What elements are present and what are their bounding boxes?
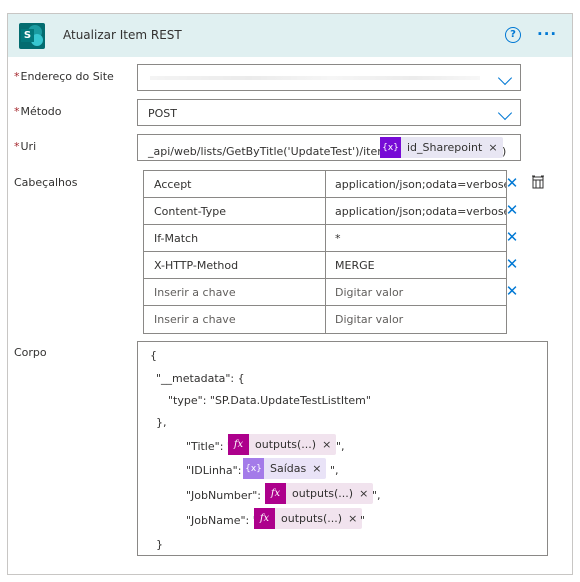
chevron-down-icon[interactable] — [497, 105, 513, 121]
body-prop-tail: " — [360, 514, 366, 527]
body-prop-key: "Title": " — [186, 440, 232, 453]
more-ellipsis-icon[interactable]: ··· — [537, 25, 557, 43]
body-prop-tail: ", — [372, 489, 381, 502]
body-prop-tail: ", — [330, 464, 339, 477]
body-editor[interactable]: { "__metadata": { "type": "SP.Data.Updat… — [137, 341, 548, 556]
chevron-down-icon[interactable] — [497, 70, 513, 86]
body-prop-tail: ", — [336, 440, 345, 453]
site-address-label: *Endereço do Site — [14, 70, 114, 83]
header-value-input[interactable]: application/json;odata=verbose — [326, 198, 506, 224]
dynamic-content-token[interactable]: {x} Saídas × — [243, 458, 327, 479]
function-icon: fx — [228, 434, 249, 455]
header-value-input[interactable]: Digitar valor — [326, 306, 506, 333]
variable-icon: {x} — [243, 458, 264, 479]
uri-id-token[interactable]: {x} id_Sharepoint × — [380, 137, 503, 158]
token-remove-icon[interactable]: × — [322, 438, 336, 451]
body-prop-key: "IDLinha": " — [186, 464, 250, 477]
remove-header-icon[interactable]: ✕ — [505, 284, 519, 299]
header-value-input[interactable]: application/json;odata=verbose — [326, 171, 506, 197]
body-line: { — [150, 349, 157, 362]
token-label: outputs(...) — [255, 438, 317, 451]
body-line: } — [156, 538, 163, 551]
uri-token-label: id_Sharepoint — [407, 141, 483, 154]
headers-label: Cabeçalhos — [14, 176, 78, 189]
uri-prefix: _api/web/lists/GetByTitle('UpdateTest')/… — [148, 145, 398, 158]
token-label: outputs(...) — [281, 512, 343, 525]
header-row: Inserir a chave Digitar valor — [144, 279, 506, 306]
remove-header-icon[interactable]: ✕ — [505, 176, 519, 191]
help-circle-icon[interactable]: ? — [505, 27, 521, 43]
sharepoint-icon: S — [19, 23, 45, 49]
expression-token[interactable]: fx outputs(...) × — [265, 483, 374, 504]
header-row: X-HTTP-Method MERGE — [144, 252, 506, 279]
header-row: Content-Type application/json;odata=verb… — [144, 198, 506, 225]
header-key-input[interactable]: Inserir a chave — [144, 279, 326, 305]
body-line: "type": "SP.Data.UpdateTestListItem" — [168, 394, 371, 407]
header-value-input[interactable]: Digitar valor — [326, 279, 506, 305]
function-icon: fx — [254, 508, 275, 529]
header-value-input[interactable]: MERGE — [326, 252, 506, 278]
header-key-input[interactable]: If-Match — [144, 225, 326, 251]
header-row: Accept application/json;odata=verbose — [144, 171, 506, 198]
action-title[interactable]: Atualizar Item REST — [63, 28, 182, 42]
header-row: Inserir a chave Digitar valor — [144, 306, 506, 333]
header-key-input[interactable]: Content-Type — [144, 198, 326, 224]
site-address-dropdown[interactable] — [137, 64, 521, 91]
headers-table: Accept application/json;odata=verbose Co… — [143, 170, 507, 334]
body-line: "__metadata": { — [156, 372, 245, 385]
body-prop-key: "JobNumber": " — [186, 489, 270, 502]
remove-header-icon[interactable]: ✕ — [505, 257, 519, 272]
header-key-input[interactable]: Inserir a chave — [144, 306, 326, 333]
token-label: Saídas — [270, 462, 307, 475]
remove-header-icon[interactable]: ✕ — [505, 230, 519, 245]
uri-suffix: ) — [502, 145, 507, 158]
action-header[interactable]: S Atualizar Item REST ? ··· — [8, 14, 572, 57]
function-icon: fx — [265, 483, 286, 504]
token-remove-icon[interactable]: × — [312, 462, 326, 475]
header-key-input[interactable]: X-HTTP-Method — [144, 252, 326, 278]
uri-label: *Uri — [14, 140, 37, 153]
site-address-value — [150, 76, 480, 80]
header-row: If-Match * — [144, 225, 506, 252]
method-label: *Método — [14, 105, 62, 118]
switch-to-text-mode-icon[interactable] — [531, 175, 545, 189]
expression-token[interactable]: fx outputs(...) × — [228, 434, 337, 455]
body-line: }, — [156, 416, 167, 429]
header-value-input[interactable]: * — [326, 225, 506, 251]
body-prop-key: "JobName": " — [186, 514, 258, 527]
remove-header-icon[interactable]: ✕ — [505, 203, 519, 218]
expression-token[interactable]: fx outputs(...) × — [254, 508, 363, 529]
method-value: POST — [148, 107, 177, 120]
header-key-input[interactable]: Accept — [144, 171, 326, 197]
token-remove-icon[interactable]: × — [488, 141, 502, 154]
uri-input[interactable]: _api/web/lists/GetByTitle('UpdateTest')/… — [137, 134, 521, 161]
body-label: Corpo — [14, 346, 47, 359]
method-dropdown[interactable]: POST — [137, 99, 521, 126]
variable-icon: {x} — [380, 137, 401, 158]
token-label: outputs(...) — [292, 487, 354, 500]
